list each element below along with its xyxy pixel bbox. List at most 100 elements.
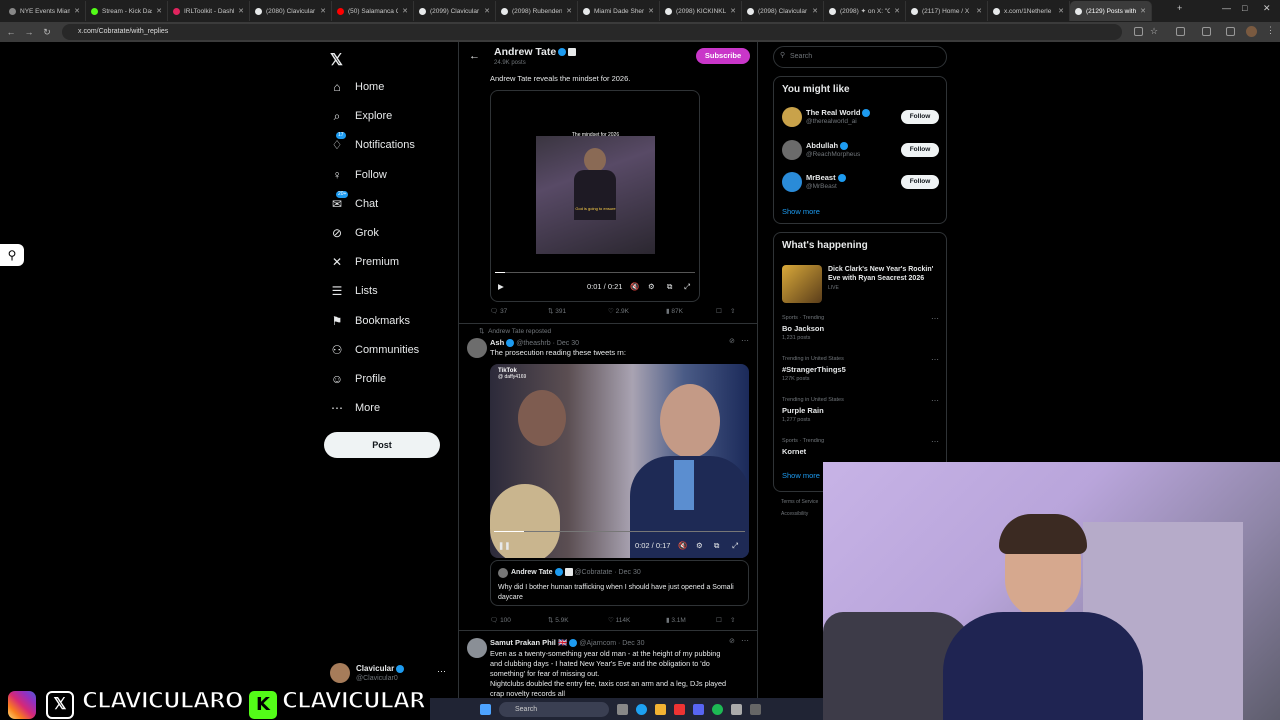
tweet-video[interactable]: The mindset for 2026 God is going to ens… [490,90,700,302]
close-window-icon[interactable]: ✕ [1263,3,1271,14]
reload-icon[interactable]: ↻ [38,27,56,38]
tab-close-icon[interactable]: ✕ [402,7,408,15]
suggestion-name[interactable]: Abdullah [806,141,849,150]
sidepanel-icon[interactable] [1202,27,1211,36]
grok-icon[interactable]: ⊘ [729,637,735,645]
play-icon[interactable]: ▶ [498,282,504,291]
follow-button[interactable]: Follow [901,110,939,124]
search-input[interactable]: Search [773,46,947,68]
browser-menu-icon[interactable]: ⋮ [1266,25,1275,36]
tab-close-icon[interactable]: ✕ [976,7,982,15]
suggestion-name[interactable]: The Real World [806,108,871,118]
sidebar-item-communities[interactable]: ⚇ Communities [330,339,420,361]
tweet-video[interactable]: TikTok @ daffy4169 ❚❚ 0:02 / 0:17 🔇 ⚙ ⧉ ⤢ [490,364,749,558]
app-icon[interactable] [674,703,685,715]
app-icon[interactable] [731,703,742,715]
suggestion-name[interactable]: MrBeast [806,173,846,183]
chrome-icon[interactable] [636,703,647,715]
post-button[interactable]: Post [324,432,440,458]
settings-icon[interactable]: ⚙ [648,282,655,291]
subscribe-button[interactable]: Subscribe [696,48,750,64]
extensions-icon[interactable] [1176,27,1185,36]
browser-tab[interactable]: (50) Salamanca Ca ✕ [332,1,414,21]
tab-close-icon[interactable]: ✕ [320,7,326,15]
browser-tab[interactable]: (2099) Clavicular (✕ [414,1,496,21]
sidebar-item-explore[interactable]: ⌕ Explore [330,105,393,127]
mute-icon[interactable]: 🔇 [630,282,639,291]
tweet-avatar[interactable] [467,638,487,658]
trend-more-icon[interactable]: ⋯ [931,355,939,364]
fullscreen-icon[interactable]: ⤢ [684,282,690,292]
repost-button[interactable]: ⇅ 5.9K [548,616,608,624]
tweet-more-icon[interactable]: ⋯ [741,636,749,645]
tab-close-icon[interactable]: ✕ [566,7,572,15]
reply-button[interactable]: 🗨 100 [490,616,548,624]
new-tab-icon[interactable]: + [1177,3,1182,13]
fullscreen-icon[interactable]: ⤢ [732,541,738,551]
trend-more-icon[interactable]: ⋯ [931,314,939,323]
show-more-link[interactable]: Show more [782,207,820,216]
trend-name[interactable]: Kornet [782,447,806,456]
sidebar-item-bookmarks[interactable]: ⚑ Bookmarks [330,310,410,332]
suggestion-avatar[interactable] [782,107,802,127]
event-title[interactable]: Dick Clark's New Year's Rockin' Eve with … [828,265,933,283]
like-button[interactable]: ♡ 2.9K [608,307,666,315]
account-name[interactable]: Clavicular [356,664,405,673]
views-count[interactable]: ▮ 3.1M [666,616,716,624]
tab-close-icon[interactable]: ✕ [484,7,490,15]
share-icon[interactable]: ⇧ [730,616,735,624]
account-avatar[interactable] [330,663,350,683]
tab-close-icon[interactable]: ✕ [238,7,244,15]
event-thumbnail[interactable] [782,265,822,303]
taskbar-search[interactable]: Search [499,701,609,717]
show-more-link[interactable]: Show more [782,471,820,480]
download-icon[interactable] [1226,27,1235,36]
task-view-icon[interactable] [617,703,628,715]
pip-icon[interactable]: ⧉ [667,282,672,292]
follow-button[interactable]: Follow [901,175,939,189]
tab-close-icon[interactable]: ✕ [648,7,654,15]
grok-icon[interactable]: ⊘ [729,337,735,345]
browser-tab[interactable]: (2117) Home / X ✕ [906,1,988,21]
footer-terms-link[interactable]: Terms of Service [781,499,818,505]
suggestion-avatar[interactable] [782,139,802,160]
spotify-icon[interactable] [712,703,723,715]
views-count[interactable]: ▮ 87K [666,307,716,315]
quoted-tweet[interactable]: Andrew Tate @Cobratate · Dec 30 Why did … [490,560,749,606]
bookmark-star-icon[interactable]: ☆ [1150,26,1158,37]
browser-tab[interactable]: IRLToolkit - Dashb ✕ [168,1,250,21]
url-field[interactable]: x.com/Cobratate/with_replies [62,24,1122,40]
file-explorer-icon[interactable] [655,703,666,715]
suggestion-avatar[interactable] [782,172,802,192]
back-arrow-icon[interactable]: ← [469,50,480,62]
bookmark-icon[interactable]: ☐ [716,616,730,624]
tweet-more-icon[interactable]: ⋯ [741,336,749,345]
maximize-icon[interactable]: □ [1242,3,1247,13]
sidebar-item-profile[interactable]: ☺ Profile [330,368,386,390]
sidebar-item-follow[interactable]: ♀ Follow [330,164,387,186]
cast-icon[interactable] [1134,27,1143,36]
trend-name[interactable]: Bo Jackson [782,324,824,333]
tab-close-icon[interactable]: ✕ [1140,7,1146,15]
account-more-icon[interactable]: ⋯ [437,666,446,677]
trend-name[interactable]: Purple Rain [782,406,824,415]
sidebar-item-notifications[interactable]: ♢ 17 Notifications [330,132,415,156]
repost-button[interactable]: ⇅ 391 [548,307,608,315]
mute-icon[interactable]: 🔇 [678,541,687,550]
windows-start-icon[interactable] [480,703,491,715]
bookmark-icon[interactable]: ☐ [716,307,730,315]
browser-tab[interactable]: (2098) KICKINKLI ✕ [660,1,742,21]
browser-tab[interactable]: (2098) Rubenden ✕ [496,1,578,21]
sidebar-item-lists[interactable]: ☰ Lists [330,280,378,302]
sidebar-item-home[interactable]: ⌂ Home [330,76,384,98]
browser-tab[interactable]: Stream - Kick Dash ✕ [86,1,168,21]
tab-close-icon[interactable]: ✕ [894,7,900,15]
reply-button[interactable]: 🗨 37 [490,307,548,315]
tab-close-icon[interactable]: ✕ [156,7,162,15]
tab-close-icon[interactable]: ✕ [730,7,736,15]
footer-accessibility-link[interactable]: Accessibility [781,511,808,517]
minimize-icon[interactable]: — [1222,3,1231,13]
tab-close-icon[interactable]: ✕ [74,7,80,15]
discord-icon[interactable] [693,703,704,715]
follow-button[interactable]: Follow [901,142,939,157]
